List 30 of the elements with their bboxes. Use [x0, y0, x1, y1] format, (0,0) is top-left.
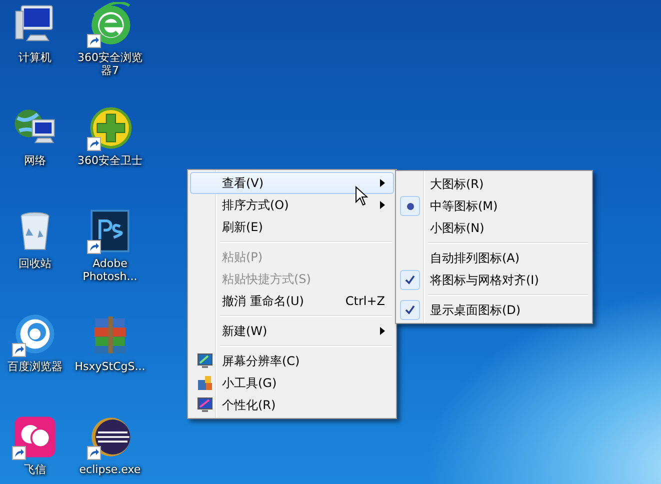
- desktop-icon-label[interactable]: 回收站: [18, 257, 52, 270]
- plus-shield-icon: [87, 105, 133, 151]
- desktop-icon-label[interactable]: 百度浏览器: [8, 360, 62, 373]
- menu-item[interactable]: 查看(V): [190, 172, 394, 194]
- menu-item[interactable]: 刷新(E): [190, 216, 394, 238]
- desktop-icon-label[interactable]: 飞信: [24, 463, 46, 476]
- menu-item[interactable]: 撤消 重命名(U) Ctrl+Z: [190, 290, 394, 312]
- menu-item[interactable]: 小图标(N): [398, 217, 590, 239]
- menu-item[interactable]: 将图标与网格对齐(I): [398, 269, 590, 291]
- menu-item[interactable]: 大图标(R): [398, 173, 590, 195]
- gadgets-icon: [197, 375, 213, 391]
- desktop-icon-label[interactable]: 网络: [24, 154, 46, 167]
- menu-item[interactable]: 显示桌面图标(D): [398, 299, 590, 321]
- menu-item[interactable]: 屏幕分辨率(C): [190, 350, 394, 372]
- desktop-icon-label[interactable]: HsxyStCgS...: [74, 360, 146, 373]
- menu-item[interactable]: 排序方式(O): [190, 194, 394, 216]
- mouse-cursor-icon: [355, 186, 368, 206]
- monitor-icon: [197, 353, 213, 369]
- menu-item[interactable]: 新建(W): [190, 320, 394, 342]
- menu-item[interactable]: 小工具(G): [190, 372, 394, 394]
- chat-heads-icon: [12, 414, 58, 460]
- desktop-icon-label[interactable]: Adobe Photosh...: [74, 257, 146, 283]
- menu-item[interactable]: 中等图标(M): [398, 195, 590, 217]
- desktop-icon-label[interactable]: 360安全浏览器7: [74, 51, 146, 77]
- desktop-icon-label[interactable]: eclipse.exe: [79, 463, 141, 476]
- desktop-icon-label[interactable]: 360安全卫士: [78, 154, 142, 167]
- menu-item[interactable]: 自动排列图标(A): [398, 247, 590, 269]
- monitor-icon: [197, 397, 213, 413]
- desktop-icon-label[interactable]: 计算机: [18, 51, 52, 64]
- menu-item[interactable]: 个性化(R): [190, 394, 394, 416]
